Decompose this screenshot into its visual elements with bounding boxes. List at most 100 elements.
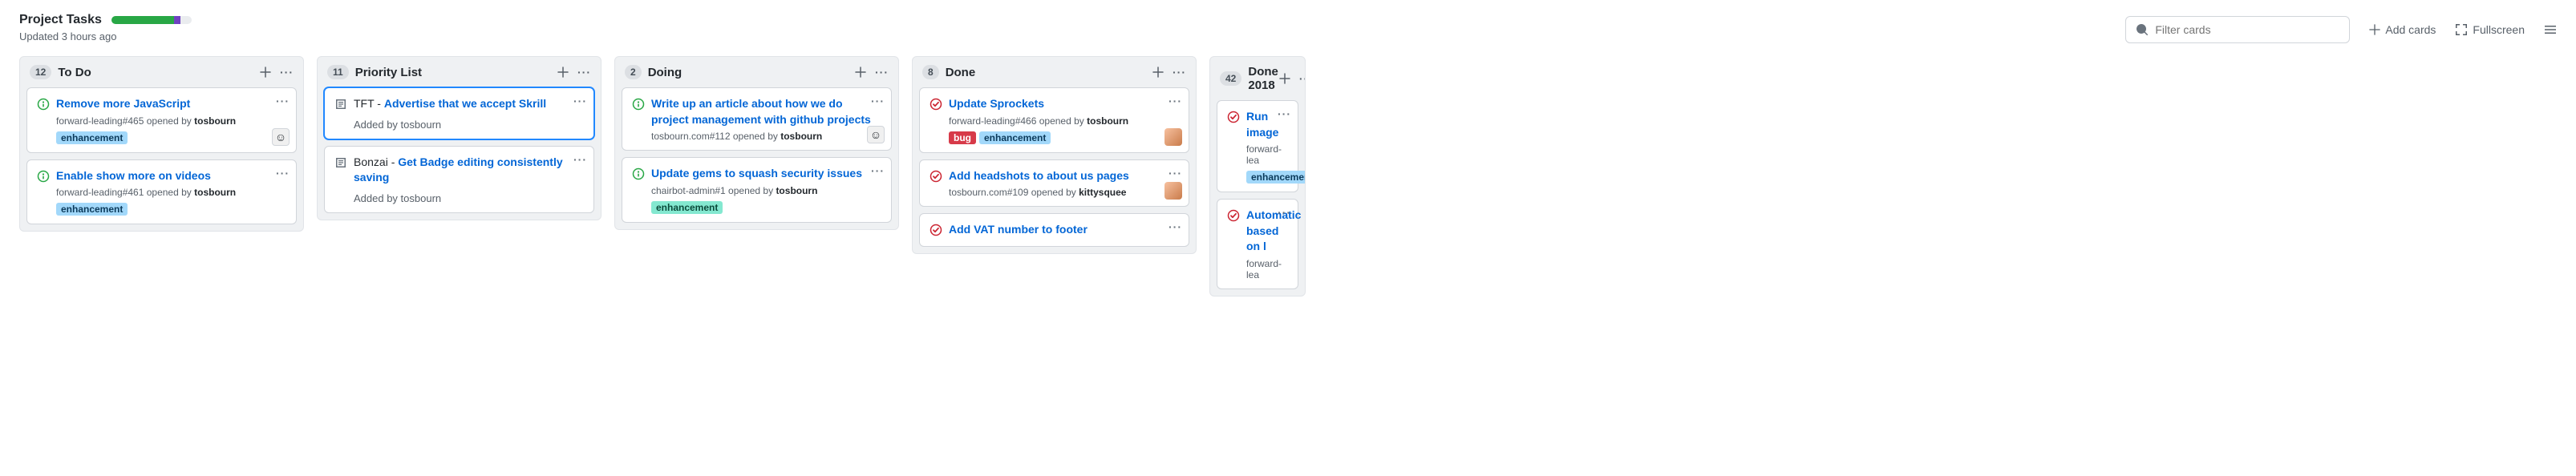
card[interactable]: ··· Remove more JavaScript forward-leadin…	[26, 87, 297, 153]
card-meta: chairbot-admin#1 opened by tosbourn	[651, 185, 881, 196]
card-menu-button[interactable]: ···	[276, 167, 290, 180]
issue-closed-icon	[1227, 111, 1240, 123]
column: 42 Done 2018 ··· ··· Run imageforward-le…	[1209, 56, 1306, 296]
card-menu-button[interactable]: ···	[1278, 206, 1291, 219]
issue-open-icon	[632, 98, 645, 111]
column-title: Doing	[648, 66, 854, 79]
progress-bar	[111, 16, 192, 24]
issue-closed-icon	[930, 170, 942, 183]
column-title: To Do	[58, 66, 259, 79]
card[interactable]: ··· Update gems to squash security issue…	[622, 157, 892, 223]
column-add-button[interactable]	[854, 66, 867, 79]
card-menu-button[interactable]: ···	[871, 164, 885, 177]
progress-done	[111, 16, 174, 24]
filter-cards-input-wrap[interactable]	[2125, 16, 2350, 43]
column-header: 2 Doing ···	[615, 57, 898, 87]
card[interactable]: ··· TFT - Advertise that we accept Skril…	[324, 87, 594, 139]
column-menu-button[interactable]: ···	[1173, 66, 1186, 79]
column-add-button[interactable]	[1152, 66, 1164, 79]
project-header: Project Tasks Updated 3 hours ago Add ca…	[0, 0, 2576, 50]
column-menu-button[interactable]: ···	[280, 66, 294, 79]
card-link[interactable]: Write up an article about how we do proj…	[651, 97, 871, 126]
label-enhancement_teal: enhancement	[651, 201, 723, 214]
column-menu-button[interactable]: ···	[1299, 72, 1306, 85]
card-title: Add headshots to about us pages	[949, 168, 1179, 184]
card-title: Bonzai - Get Badge editing consistently …	[354, 155, 584, 186]
issue-open-icon	[37, 98, 50, 111]
card-link[interactable]: Remove more JavaScript	[56, 97, 190, 110]
column-count: 8	[922, 65, 939, 79]
plus-icon	[259, 66, 272, 79]
card[interactable]: ··· Update Sprocketsforward-leading#466 …	[919, 87, 1189, 153]
fullscreen-button[interactable]: Fullscreen	[2455, 23, 2525, 36]
card[interactable]: ··· Enable show more on videos forward-le…	[26, 159, 297, 225]
note-icon	[334, 156, 347, 169]
assignee-avatar[interactable]	[1164, 182, 1182, 200]
added-by: Added by tosbourn	[334, 119, 584, 131]
card[interactable]: ··· Write up an article about how we do …	[622, 87, 892, 151]
issue-open-icon	[37, 170, 50, 183]
column-add-button[interactable]	[557, 66, 569, 79]
card-title: Remove more JavaScript	[56, 96, 286, 112]
card-link[interactable]: Add VAT number to footer	[949, 223, 1088, 236]
card[interactable]: ··· Add VAT number to footer	[919, 213, 1189, 247]
card-menu-button[interactable]: ···	[1169, 220, 1182, 233]
column-menu-button[interactable]: ···	[875, 66, 889, 79]
assignee-avatar[interactable]: ☺	[867, 126, 885, 143]
card-link[interactable]: based on l	[1246, 224, 1278, 253]
card-labels: enhancement	[56, 131, 286, 144]
card-link[interactable]: Enable show more on videos	[56, 169, 211, 182]
card-meta: forward-leading#461 opened by tosbourn	[56, 187, 286, 198]
menu-icon	[2544, 23, 2557, 36]
label-enhancement_blue: enhancement	[56, 203, 128, 216]
card-meta: forward-leading#465 opened by tosbourn	[56, 115, 286, 127]
column-header: 12 To Do ···	[20, 57, 303, 87]
card-link[interactable]: Advertise that we accept Skrill	[384, 97, 546, 110]
card[interactable]: ··· Run imageforward-leaenhancement	[1217, 100, 1298, 192]
add-cards-button[interactable]: Add cards	[2369, 23, 2436, 36]
card-title: Add VAT number to footer	[949, 222, 1179, 238]
label-enhancement_blue: enhancement	[56, 131, 128, 144]
card-menu-button[interactable]: ···	[1169, 167, 1182, 180]
card[interactable]: ··· Automatic based on l forward-lea	[1217, 199, 1298, 289]
column-cards: ··· TFT - Advertise that we accept Skril…	[318, 87, 601, 220]
column-count: 11	[327, 65, 349, 79]
card-link[interactable]: Run image	[1246, 110, 1278, 139]
card-link[interactable]: Automatic	[1246, 208, 1301, 221]
card-link[interactable]: Add headshots to about us pages	[949, 169, 1129, 182]
column-cards: ··· Run imageforward-leaenhancement ··· …	[1210, 100, 1305, 296]
card[interactable]: ··· Add headshots to about us pagestosbo…	[919, 159, 1189, 208]
assignee-avatar[interactable]: ☺	[272, 128, 290, 146]
card-menu-button[interactable]: ···	[1278, 107, 1291, 120]
card-menu-button[interactable]: ···	[573, 153, 587, 166]
fullscreen-icon	[2455, 23, 2468, 36]
card-menu-button[interactable]: ···	[573, 95, 587, 107]
assignee-avatar[interactable]	[1164, 128, 1182, 146]
card-link[interactable]: Update Sprockets	[949, 97, 1044, 110]
search-icon	[2136, 23, 2149, 36]
progress-inprogress	[174, 16, 180, 24]
plus-icon	[854, 66, 867, 79]
card-menu-button[interactable]: ···	[276, 95, 290, 107]
column-add-button[interactable]	[259, 66, 272, 79]
column-add-button[interactable]	[1278, 72, 1291, 85]
column-count: 42	[1220, 71, 1241, 86]
project-title: Project Tasks	[19, 13, 102, 27]
column: 2 Doing ··· ··· Write up an article abou…	[614, 56, 899, 230]
column-cards: ··· Update Sprocketsforward-leading#466 …	[913, 87, 1196, 253]
card[interactable]: ··· Bonzai - Get Badge editing consisten…	[324, 146, 594, 213]
filter-cards-input[interactable]	[2155, 23, 2339, 36]
card-labels: enhancement	[56, 203, 286, 216]
card-meta: forward-lea	[1246, 258, 1288, 280]
column-menu-button[interactable]: ···	[577, 66, 591, 79]
card-title: Enable show more on videos	[56, 168, 286, 184]
card-labels: enhancement	[1246, 171, 1288, 184]
menu-button[interactable]	[2544, 23, 2557, 36]
plus-icon	[1152, 66, 1164, 79]
card-menu-button[interactable]: ···	[871, 95, 885, 107]
fullscreen-label: Fullscreen	[2473, 23, 2525, 36]
label-enhancement_blue: enhancement	[979, 131, 1051, 144]
card-menu-button[interactable]: ···	[1169, 95, 1182, 107]
card-link[interactable]: Update gems to squash security issues	[651, 167, 862, 180]
card-title: Update Sprockets	[949, 96, 1179, 112]
